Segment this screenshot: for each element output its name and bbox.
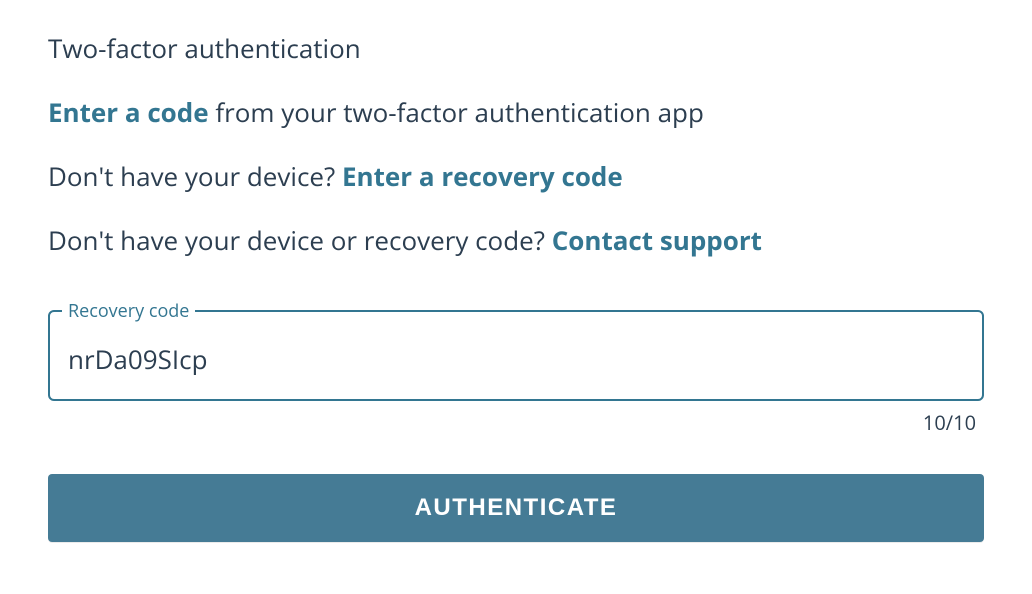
recovery-prompt: Don't have your device? Enter a recovery…	[48, 160, 984, 194]
support-prompt-prefix: Don't have your device or recovery code?	[48, 222, 552, 258]
recovery-prompt-prefix: Don't have your device?	[48, 158, 342, 194]
character-counter: 10/10	[48, 409, 984, 436]
instruction-text: Enter a code from your two-factor authen…	[48, 96, 984, 130]
page-title: Two-factor authentication	[48, 30, 984, 66]
recovery-code-fieldset: Recovery code	[48, 299, 984, 401]
support-prompt: Don't have your device or recovery code?…	[48, 224, 984, 258]
instruction-suffix: from your two-factor authentication app	[209, 94, 704, 130]
enter-recovery-code-link[interactable]: Enter a recovery code	[342, 158, 623, 194]
recovery-code-field-wrapper: Recovery code 10/10	[48, 299, 984, 436]
contact-support-link[interactable]: Contact support	[552, 222, 762, 258]
recovery-code-label: Recovery code	[62, 299, 195, 323]
authenticate-button[interactable]: AUTHENTICATE	[48, 474, 984, 542]
recovery-code-input[interactable]	[50, 323, 982, 399]
enter-code-link[interactable]: Enter a code	[48, 94, 209, 130]
